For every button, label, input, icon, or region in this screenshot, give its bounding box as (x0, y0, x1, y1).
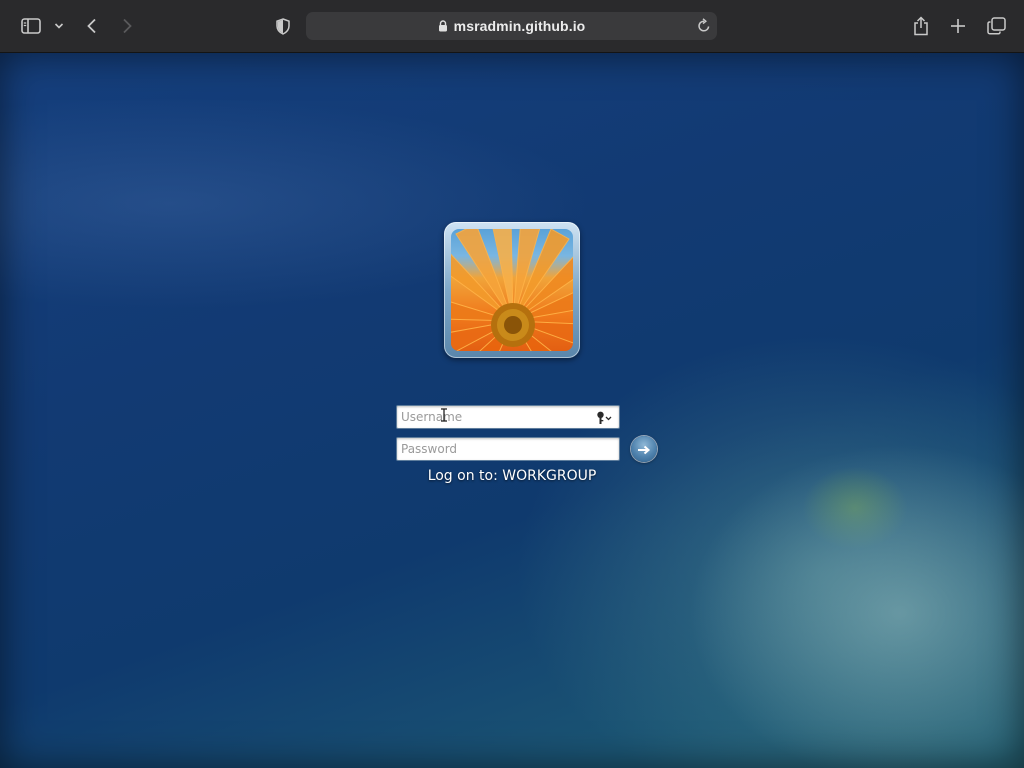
logon-screen: Log on to: WORKGROUP (0, 53, 1024, 768)
key-dropdown-icon[interactable] (596, 410, 614, 429)
shield-icon[interactable] (273, 12, 293, 40)
browser-toolbar: msradmin.github.io (0, 0, 1024, 53)
arrow-right-icon (637, 440, 651, 459)
password-input[interactable] (400, 440, 586, 458)
submit-arrow-button[interactable] (631, 436, 657, 462)
lock-icon (438, 17, 448, 36)
sidebar-icon[interactable] (18, 12, 44, 40)
tabs-icon[interactable] (985, 12, 1007, 40)
share-icon[interactable] (911, 12, 931, 40)
chevron-down-icon[interactable] (52, 12, 66, 40)
password-field[interactable] (396, 437, 620, 461)
plus-icon[interactable] (948, 12, 968, 40)
reload-icon[interactable] (697, 18, 711, 37)
back-icon[interactable] (82, 12, 102, 40)
logon-domain-label: Log on to: WORKGROUP (427, 468, 597, 484)
url-text: msradmin.github.io (453, 18, 586, 34)
username-field[interactable] (396, 405, 620, 429)
forward-icon[interactable] (117, 12, 137, 40)
user-avatar-frame (444, 222, 580, 358)
address-bar[interactable]: msradmin.github.io (306, 12, 717, 40)
flower-avatar (451, 229, 573, 351)
username-input[interactable] (400, 408, 586, 426)
